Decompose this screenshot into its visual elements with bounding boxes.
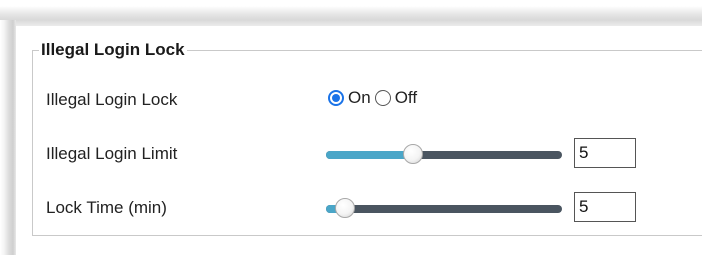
slider-fill [326, 151, 414, 159]
radio-off-label[interactable]: Off [395, 88, 417, 108]
lock-time-row: Lock Time (min) [46, 192, 686, 224]
illegal-login-lock-radio-group: On Off [328, 88, 421, 108]
radio-on[interactable] [328, 90, 344, 106]
lock-time-slider[interactable] [326, 198, 562, 218]
radio-on-label[interactable]: On [348, 88, 371, 108]
radio-off[interactable] [374, 90, 391, 106]
group-legend: Illegal Login Lock [41, 40, 185, 59]
window-shadow-left [0, 20, 16, 255]
illegal-login-lock-label: Illegal Login Lock [46, 90, 178, 109]
illegal-login-limit-row: Illegal Login Limit [46, 138, 686, 170]
illegal-login-limit-label: Illegal Login Limit [46, 144, 178, 163]
slider-track [326, 205, 562, 213]
lock-time-label: Lock Time (min) [46, 198, 167, 217]
lock-time-input[interactable] [574, 192, 636, 222]
illegal-login-limit-slider[interactable] [326, 144, 562, 164]
slider-thumb[interactable] [334, 198, 355, 218]
settings-panel: Illegal Login Lock Illegal Login Lock On… [16, 26, 702, 255]
illegal-login-lock-row: Illegal Login Lock On Off [46, 86, 686, 116]
illegal-login-limit-input[interactable] [574, 138, 636, 168]
slider-thumb[interactable] [403, 144, 424, 164]
